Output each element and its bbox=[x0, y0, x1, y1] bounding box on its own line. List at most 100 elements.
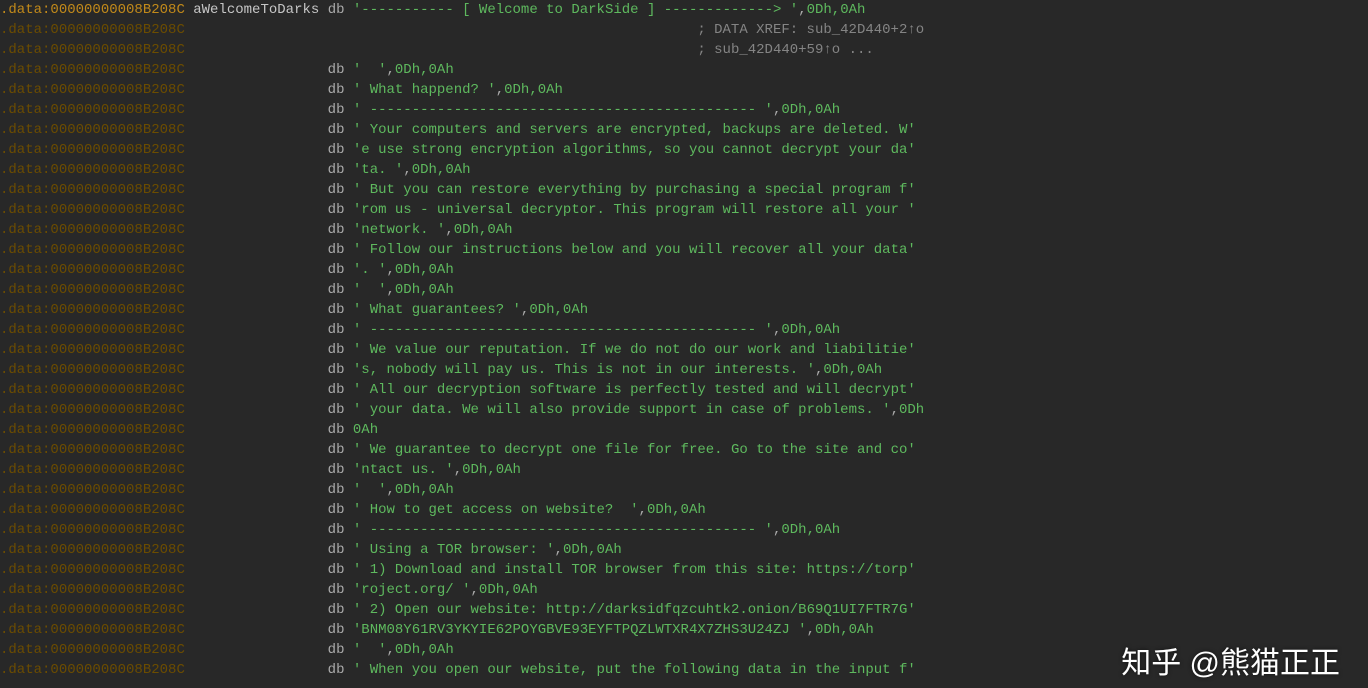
address: 00000000008B208C bbox=[50, 502, 184, 518]
hex-bytes: 0Dh,0Ah bbox=[395, 62, 454, 78]
asm-line: .data:00000000008B208C db ' Using a TOR … bbox=[0, 540, 1368, 560]
address: 00000000008B208C bbox=[50, 402, 184, 418]
db-directive: db bbox=[328, 222, 345, 238]
segment: .data bbox=[0, 622, 42, 638]
segment: .data bbox=[0, 322, 42, 338]
db-directive: db bbox=[328, 602, 345, 618]
hex-bytes: 0Dh,0Ah bbox=[395, 482, 454, 498]
string-literal: ' ' bbox=[353, 482, 387, 498]
address: 00000000008B208C bbox=[50, 422, 184, 438]
string-literal: ' How to get access on website? ' bbox=[353, 502, 639, 518]
asm-line: .data:00000000008B208C db ' Your compute… bbox=[0, 120, 1368, 140]
segment: .data bbox=[0, 442, 42, 458]
symbol-label[interactable]: aWelcomeToDarks bbox=[193, 2, 319, 18]
db-directive: db bbox=[328, 2, 345, 18]
segment: .data bbox=[0, 382, 42, 398]
hex-bytes: 0Dh,0Ah bbox=[412, 162, 471, 178]
string-literal: ' We value our reputation. If we do not … bbox=[353, 342, 916, 358]
db-directive: db bbox=[328, 422, 345, 438]
hex-bytes: 0Dh,0Ah bbox=[807, 2, 866, 18]
address: 00000000008B208C bbox=[50, 542, 184, 558]
asm-line: .data:00000000008B208C db ' ',0Dh,0Ah bbox=[0, 640, 1368, 660]
hex-bytes: 0Dh,0Ah bbox=[479, 582, 538, 598]
db-directive: db bbox=[328, 642, 345, 658]
address: 00000000008B208C bbox=[50, 82, 184, 98]
asm-line: .data:00000000008B208C db 'rom us - univ… bbox=[0, 200, 1368, 220]
address: 00000000008B208C bbox=[50, 562, 184, 578]
address: 00000000008B208C bbox=[50, 42, 184, 58]
segment: .data bbox=[0, 62, 42, 78]
hex-bytes: 0Dh,0Ah bbox=[529, 302, 588, 318]
segment: .data bbox=[0, 482, 42, 498]
asm-line: .data:00000000008B208C db 0Ah bbox=[0, 420, 1368, 440]
address: 00000000008B208C bbox=[50, 662, 184, 678]
db-directive: db bbox=[328, 662, 345, 678]
db-directive: db bbox=[328, 622, 345, 638]
segment: .data bbox=[0, 262, 42, 278]
address: 00000000008B208C bbox=[50, 302, 184, 318]
hex-bytes: 0Dh,0Ah bbox=[647, 502, 706, 518]
address: 00000000008B208C bbox=[50, 162, 184, 178]
segment: .data bbox=[0, 402, 42, 418]
asm-line: .data:00000000008B208C db 'ta. ',0Dh,0Ah bbox=[0, 160, 1368, 180]
hex-bytes: 0Dh,0Ah bbox=[815, 622, 874, 638]
db-directive: db bbox=[328, 482, 345, 498]
asm-line: .data:00000000008B208C db ' When you ope… bbox=[0, 660, 1368, 680]
hex-byte: 0Dh bbox=[899, 402, 924, 418]
string-literal: 'ta. ' bbox=[353, 162, 403, 178]
db-directive: db bbox=[328, 382, 345, 398]
asm-line: .data:00000000008B208C db ' We guarantee… bbox=[0, 440, 1368, 460]
hex-bytes: 0Dh,0Ah bbox=[563, 542, 622, 558]
asm-line: .data:00000000008B208C db ' ',0Dh,0Ah bbox=[0, 60, 1368, 80]
segment: .data bbox=[0, 142, 42, 158]
segment: .data bbox=[0, 502, 42, 518]
string-literal: 'e use strong encryption algorithms, so … bbox=[353, 142, 916, 158]
segment: .data bbox=[0, 422, 42, 438]
address: 00000000008B208C bbox=[50, 262, 184, 278]
string-literal: 'ntact us. ' bbox=[353, 462, 454, 478]
segment: .data bbox=[0, 282, 42, 298]
address: 00000000008B208C bbox=[50, 322, 184, 338]
address: 00000000008B208C bbox=[50, 522, 184, 538]
asm-line: .data:00000000008B208C db ' We value our… bbox=[0, 340, 1368, 360]
segment: .data bbox=[0, 522, 42, 538]
string-literal: ' ' bbox=[353, 282, 387, 298]
string-literal: ' Follow our instructions below and you … bbox=[353, 242, 916, 258]
xref-target[interactable]: sub_42D440+2↑o bbox=[807, 22, 925, 38]
address: 00000000008B208C bbox=[50, 462, 184, 478]
string-literal: 'BNM08Y61RV3YKYIE62POYGBVE93EYFTPQZLWTXR… bbox=[353, 622, 807, 638]
asm-line: .data:00000000008B208C db 'ntact us. ',0… bbox=[0, 460, 1368, 480]
string-literal: ' 1) Download and install TOR browser fr… bbox=[353, 562, 916, 578]
segment: .data bbox=[0, 162, 42, 178]
hex-bytes: 0Dh,0Ah bbox=[395, 282, 454, 298]
string-literal: ' But you can restore everything by purc… bbox=[353, 182, 916, 198]
asm-line: .data:00000000008B208C db ' ',0Dh,0Ah bbox=[0, 480, 1368, 500]
string-literal: 'network. ' bbox=[353, 222, 445, 238]
segment: .data bbox=[0, 562, 42, 578]
address: 00000000008B208C bbox=[50, 142, 184, 158]
segment: .data bbox=[0, 82, 42, 98]
segment: .data bbox=[0, 602, 42, 618]
hex-bytes: 0Dh,0Ah bbox=[781, 322, 840, 338]
hex-bytes: 0Dh,0Ah bbox=[395, 262, 454, 278]
string-literal: ' --------------------------------------… bbox=[353, 522, 773, 538]
segment: .data bbox=[0, 662, 42, 678]
string-literal: ' What happend? ' bbox=[353, 82, 496, 98]
asm-line: .data:00000000008B208C db ' 1) Download … bbox=[0, 560, 1368, 580]
address: 00000000008B208C bbox=[50, 22, 184, 38]
db-directive: db bbox=[328, 142, 345, 158]
asm-line: .data:00000000008B208C ; sub_42D440+59↑o… bbox=[0, 40, 1368, 60]
hex-bytes: 0Dh,0Ah bbox=[823, 362, 882, 378]
db-directive: db bbox=[328, 502, 345, 518]
xref-target[interactable]: sub_42D440+59↑o ... bbox=[714, 42, 874, 58]
string-literal: ' --------------------------------------… bbox=[353, 102, 773, 118]
asm-line: .data:00000000008B208C db 'e use strong … bbox=[0, 140, 1368, 160]
segment: .data bbox=[0, 122, 42, 138]
string-literal: ' Using a TOR browser: ' bbox=[353, 542, 555, 558]
hex-bytes: 0Dh,0Ah bbox=[462, 462, 521, 478]
db-directive: db bbox=[328, 282, 345, 298]
db-directive: db bbox=[328, 402, 345, 418]
asm-line: .data:00000000008B208C db ' Follow our i… bbox=[0, 240, 1368, 260]
address: 00000000008B208C bbox=[50, 362, 184, 378]
db-directive: db bbox=[328, 82, 345, 98]
